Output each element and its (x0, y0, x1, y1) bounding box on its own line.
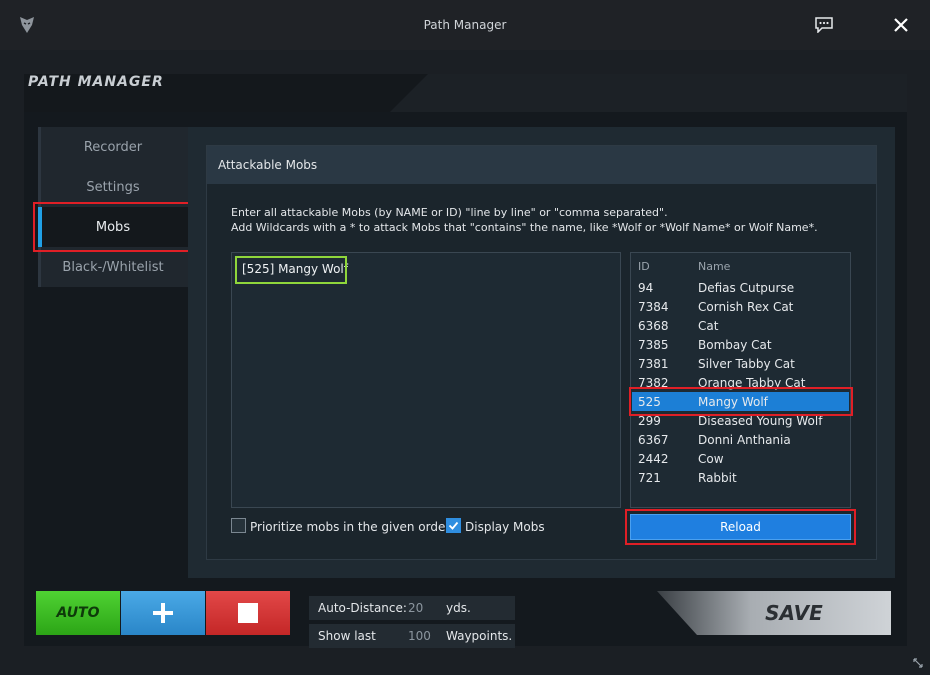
list-item-id: 94 (638, 281, 654, 295)
add-waypoint-button[interactable] (121, 591, 205, 635)
list-item-id: 7385 (638, 338, 669, 352)
header-decoration (390, 74, 907, 112)
list-item-name: Cat (698, 319, 719, 333)
list-item-name: Diseased Young Wolf (698, 414, 823, 428)
reload-button[interactable]: Reload (630, 514, 851, 540)
window-title: Path Manager (423, 18, 507, 32)
column-header-id[interactable]: ID (638, 260, 650, 273)
list-item-id: 525 (638, 395, 661, 409)
sidebar-item-recorder[interactable]: Recorder (38, 127, 188, 167)
show-last-input[interactable]: 100 (408, 629, 431, 643)
sidebar-item-label: Mobs (95, 219, 131, 235)
list-item[interactable]: 94 Defias Cutpurse (632, 278, 849, 297)
show-last-unit: Waypoints. (446, 629, 513, 643)
list-item-name: Defias Cutpurse (698, 281, 795, 295)
list-item-name: Silver Tabby Cat (698, 357, 795, 371)
sidebar-item-mobs[interactable]: Mobs (38, 207, 188, 247)
mobs-textarea[interactable] (231, 252, 621, 508)
square-icon (238, 603, 258, 623)
list-item-id: 7384 (638, 300, 669, 314)
list-item[interactable]: 7382 Orange Tabby Cat (632, 373, 849, 392)
close-icon (894, 18, 908, 32)
chat-icon (815, 17, 833, 33)
save-button[interactable]: SAVE (657, 591, 891, 635)
list-item-selected[interactable]: 525 Mangy Wolf (632, 392, 849, 411)
sidebar-item-label: Settings (86, 179, 140, 195)
sidebar-item-label: Black-/Whitelist (62, 259, 164, 275)
list-item-id: 721 (638, 471, 661, 485)
plus-icon (153, 603, 173, 623)
sidebar-item-settings[interactable]: Settings (38, 167, 188, 207)
auto-distance-input[interactable]: 20 (408, 601, 423, 615)
sidebar-item-label: Recorder (83, 139, 143, 155)
list-item[interactable]: 721 Rabbit (632, 468, 849, 487)
brand-title: PATH MANAGER (28, 74, 164, 90)
show-last-label: Show last (318, 629, 376, 643)
list-item-id: 7382 (638, 376, 669, 390)
list-item[interactable]: 6367 Donni Anthania (632, 430, 849, 449)
active-indicator (38, 207, 42, 247)
list-item[interactable]: 2442 Cow (632, 449, 849, 468)
list-item-id: 299 (638, 414, 661, 428)
group-title: Attackable Mobs (218, 158, 318, 172)
sidebar-item-blackwhitelist[interactable]: Black-/Whitelist (38, 247, 188, 287)
list-item-name: Donni Anthania (698, 433, 791, 447)
prioritize-checkbox[interactable] (231, 518, 246, 533)
list-item-name: Rabbit (698, 471, 737, 485)
close-button[interactable] (888, 12, 914, 38)
display-mobs-checkbox[interactable] (446, 518, 461, 533)
feedback-button[interactable] (811, 12, 837, 38)
list-item-id: 6367 (638, 433, 669, 447)
list-item-name: Cow (698, 452, 724, 466)
list-item-name: Bombay Cat (698, 338, 772, 352)
display-mobs-label: Display Mobs (465, 520, 545, 534)
list-item-id: 2442 (638, 452, 669, 466)
resize-grip-icon[interactable] (912, 657, 924, 669)
auto-distance-unit: yds. (446, 601, 471, 615)
auto-distance-label: Auto-Distance: (318, 601, 407, 615)
list-item-name: Cornish Rex Cat (698, 300, 794, 314)
list-item-name: Mangy Wolf (698, 395, 768, 409)
description-line-1: Enter all attackable Mobs (by NAME or ID… (231, 206, 668, 219)
auto-button[interactable]: AUTO (36, 591, 120, 635)
list-item[interactable]: 7384 Cornish Rex Cat (632, 297, 849, 316)
prioritize-label: Prioritize mobs in the given order. (250, 520, 453, 534)
checkmark-icon (448, 521, 459, 530)
column-header-name[interactable]: Name (698, 260, 730, 273)
description-line-2: Add Wildcards with a * to attack Mobs th… (231, 221, 818, 234)
list-item[interactable]: 7381 Silver Tabby Cat (632, 354, 849, 373)
list-item-id: 6368 (638, 319, 669, 333)
list-item-id: 7381 (638, 357, 669, 371)
mob-entry: [525] Mangy Wolf (242, 262, 348, 276)
list-item[interactable]: 299 Diseased Young Wolf (632, 411, 849, 430)
list-item[interactable]: 6368 Cat (632, 316, 849, 335)
list-item[interactable]: 7385 Bombay Cat (632, 335, 849, 354)
list-item-name: Orange Tabby Cat (698, 376, 806, 390)
delete-waypoint-button[interactable] (206, 591, 290, 635)
